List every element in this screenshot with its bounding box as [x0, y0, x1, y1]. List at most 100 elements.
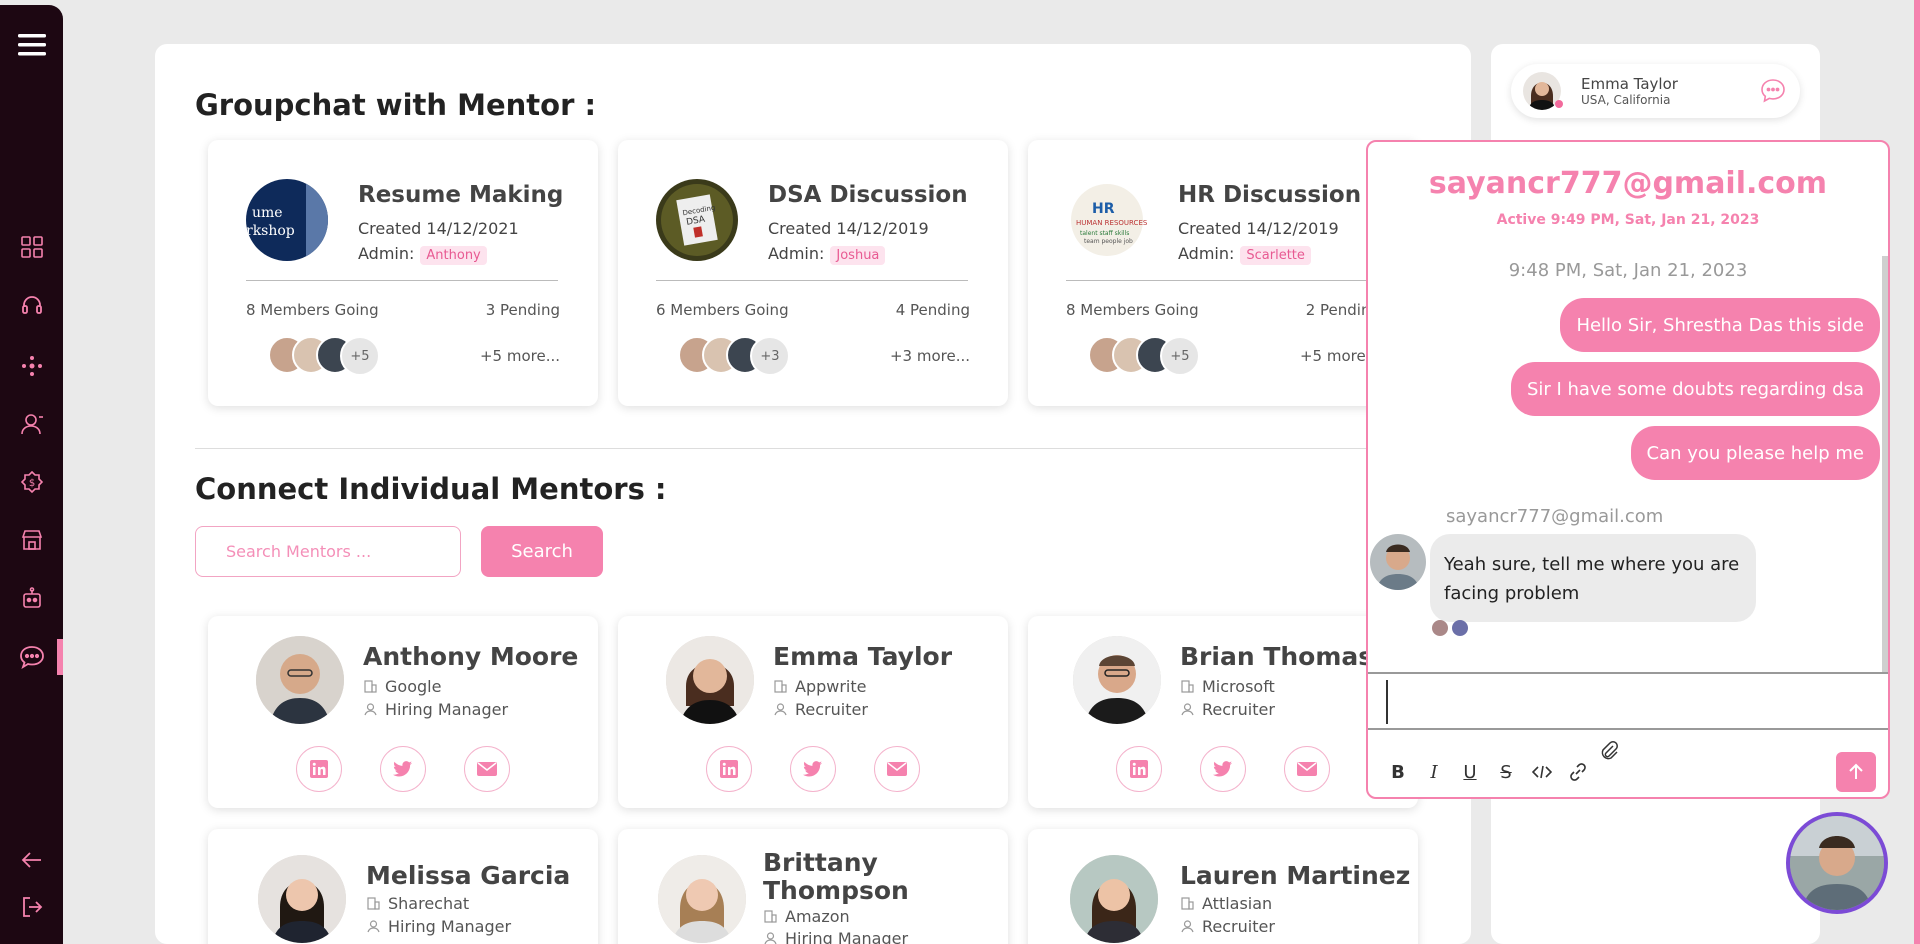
store-icon[interactable] [18, 526, 46, 554]
mentor-company: Microsoft [1180, 677, 1275, 696]
floating-chat-avatar[interactable] [1786, 812, 1888, 914]
twitter-icon[interactable] [1200, 746, 1246, 792]
admin-tag[interactable]: Anthony [420, 246, 487, 265]
pending-count: 4 Pending [895, 301, 970, 319]
format-toolbar: B I U S [1386, 760, 1590, 784]
attachment-icon[interactable] [1598, 740, 1620, 762]
chat-icon[interactable] [18, 643, 46, 671]
group-card[interactable]: Decoding DSA DSA Discussion Created 14/12… [618, 140, 1008, 406]
company-label: Google [385, 677, 442, 696]
members-going: 8 Members Going [246, 301, 379, 319]
compose-divider [1368, 728, 1888, 730]
mentor-company: Google [363, 677, 441, 696]
more-link[interactable]: +5 more... [480, 347, 560, 365]
search-mentors-input[interactable] [195, 526, 461, 577]
group-avatar: ume rkshop [246, 179, 328, 261]
person-icon [763, 932, 777, 944]
seen-indicators [1432, 620, 1468, 636]
role-label: Recruiter [1202, 700, 1275, 719]
svg-text:$: $ [29, 478, 35, 489]
code-icon[interactable] [1530, 760, 1554, 784]
person-icon [366, 920, 380, 934]
profile-card[interactable]: Emma Taylor USA, California [1511, 64, 1800, 118]
dollar-icon[interactable]: $ [18, 468, 46, 496]
mentor-role: Recruiter [1180, 700, 1275, 719]
bold-icon[interactable]: B [1386, 760, 1410, 784]
email-icon[interactable] [464, 746, 510, 792]
company-label: Microsoft [1202, 677, 1275, 696]
role-label: Hiring Manager [785, 929, 909, 944]
avatar [1370, 534, 1426, 590]
user-icon[interactable] [18, 410, 46, 438]
group-card[interactable]: ume rkshop Resume Making Created 14/12/20… [208, 140, 598, 406]
group-title: Resume Making [358, 182, 564, 208]
group-created: Created 14/12/2019 [1178, 219, 1339, 238]
italic-icon[interactable]: I [1422, 760, 1446, 784]
dashboard-grid-icon[interactable] [18, 233, 46, 261]
main-panel: Groupchat with Mentor : ume rkshop Resume… [155, 44, 1471, 944]
mentor-card[interactable]: Brittany Thompson Amazon Hiring Manager [618, 829, 1008, 944]
outgoing-message: Can you please help me [1630, 426, 1880, 480]
logout-icon[interactable] [18, 893, 46, 921]
mentor-name: Brian Thomas [1180, 642, 1374, 671]
card-divider [656, 280, 968, 281]
member-avatars: +5 [268, 336, 380, 376]
more-members-badge: +5 [1160, 336, 1200, 376]
menu-icon[interactable] [18, 31, 46, 59]
search-button[interactable]: Search [481, 526, 603, 577]
mentors-title: Connect Individual Mentors : [195, 472, 667, 506]
page-scroll-accent [1914, 0, 1920, 944]
twitter-icon[interactable] [380, 746, 426, 792]
admin-tag[interactable]: Scarlette [1240, 246, 1311, 265]
robot-icon[interactable] [18, 584, 46, 612]
twitter-icon[interactable] [790, 746, 836, 792]
mentor-name: Anthony Moore [363, 642, 579, 671]
profile-location: USA, California [1581, 93, 1671, 107]
mentor-photo [258, 855, 346, 943]
chat-bubble-icon[interactable] [1760, 78, 1786, 104]
member-avatars: +5 [1088, 336, 1200, 376]
mentor-company: Sharechat [366, 894, 469, 913]
email-icon[interactable] [874, 746, 920, 792]
mentor-role: Recruiter [773, 700, 868, 719]
chat-contact-email: sayancr777@gmail.com [1428, 166, 1828, 201]
incoming-sender: sayancr777@gmail.com [1446, 506, 1664, 527]
linkedin-icon[interactable] [1116, 746, 1162, 792]
building-icon [773, 680, 787, 694]
email-icon[interactable] [1284, 746, 1330, 792]
mentor-card[interactable]: Anthony Moore Google Hiring Manager [208, 616, 598, 808]
role-label: Recruiter [1202, 917, 1275, 936]
back-arrow-icon[interactable] [18, 846, 46, 874]
strikethrough-icon[interactable]: S [1494, 760, 1518, 784]
link-icon[interactable] [1566, 760, 1590, 784]
mentor-name: Emma Taylor [773, 642, 953, 671]
underline-icon[interactable]: U [1458, 760, 1482, 784]
linkedin-icon[interactable] [706, 746, 752, 792]
online-status-dot [1555, 100, 1563, 108]
mentor-card[interactable]: Melissa Garcia Sharechat Hiring Manager [208, 829, 598, 944]
send-button[interactable] [1836, 752, 1876, 792]
mentor-card[interactable]: Lauren Martinez Attlasian Recruiter [1028, 829, 1418, 944]
headset-icon[interactable] [18, 291, 46, 319]
group-avatar: HR HUMAN RESOURCES talent staff skills team… [1066, 179, 1148, 261]
chat-active-status: Active 9:49 PM, Sat, Jan 21, 2023 [1496, 212, 1760, 228]
card-divider [1066, 280, 1378, 281]
group-avatar: Decoding DSA [656, 179, 738, 261]
message-input[interactable] [1386, 680, 1866, 724]
admin-tag[interactable]: Joshua [830, 246, 886, 265]
mentor-photo [1073, 636, 1161, 724]
mentor-card[interactable]: Emma Taylor Appwrite Recruiter [618, 616, 1008, 808]
profile-name: Emma Taylor [1581, 75, 1678, 93]
chat-scrollbar[interactable] [1882, 256, 1888, 672]
linkedin-icon[interactable] [296, 746, 342, 792]
mentor-role: Recruiter [1180, 917, 1275, 936]
building-icon [366, 897, 380, 911]
svg-text:HUMAN RESOURCES: HUMAN RESOURCES [1076, 219, 1148, 227]
sidebar-active-indicator [57, 639, 63, 675]
more-link[interactable]: +3 more... [890, 347, 970, 365]
group-card[interactable]: HR HUMAN RESOURCES talent staff skills team… [1028, 140, 1418, 406]
network-icon[interactable] [18, 352, 46, 380]
outgoing-message: Hello Sir, Shrestha Das this side [1560, 298, 1880, 352]
mentor-card[interactable]: Brian Thomas Microsoft Recruiter [1028, 616, 1418, 808]
svg-text:rkshop: rkshop [246, 223, 295, 239]
